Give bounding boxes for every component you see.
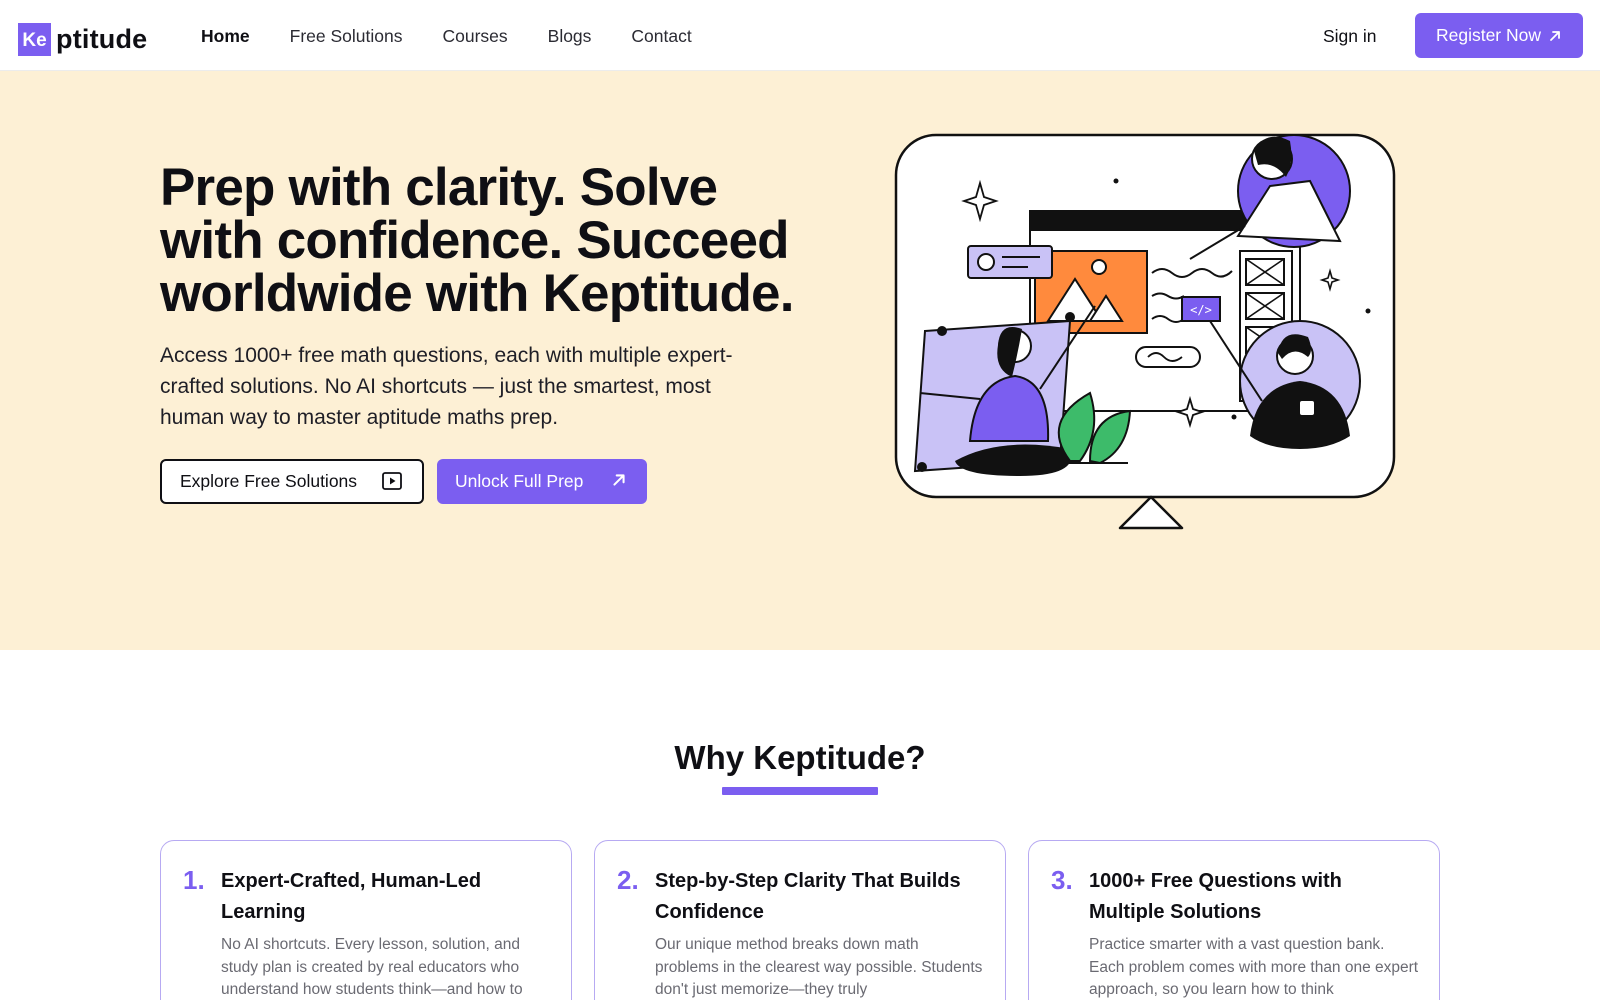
logo-text: ptitude bbox=[56, 23, 148, 54]
unlock-full-prep-button[interactable]: Unlock Full Prep bbox=[437, 459, 647, 504]
register-now-button[interactable]: Register Now bbox=[1415, 13, 1583, 58]
card-body: Our unique method breaks down math probl… bbox=[655, 936, 983, 998]
card-title: Expert-Crafted, Human-Led Learning bbox=[221, 870, 482, 923]
arrow-up-right-icon bbox=[1548, 29, 1562, 43]
nav-links: Home Free Solutions Courses Blogs Contac… bbox=[201, 25, 732, 47]
register-now-label: Register Now bbox=[1435, 25, 1542, 45]
hero-title: Prep with clarity. Solve with confidence… bbox=[160, 158, 794, 323]
nav-link-home[interactable]: Home bbox=[201, 25, 250, 47]
card-number: 2. bbox=[617, 865, 639, 895]
feature-card-1: 1. Expert-Crafted, Human-Led Learning No… bbox=[160, 840, 572, 1000]
title-underline bbox=[722, 787, 878, 795]
card-number: 3. bbox=[1051, 865, 1073, 895]
sign-in-link[interactable]: Sign in bbox=[1323, 25, 1377, 47]
nav-link-free-solutions[interactable]: Free Solutions bbox=[290, 25, 403, 47]
card-body: Practice smarter with a vast question ba… bbox=[1089, 936, 1419, 998]
why-section-title: Why Keptitude? bbox=[674, 739, 926, 776]
svg-text:</>: </> bbox=[1190, 303, 1212, 317]
hero-subtitle: Access 1000+ free math questions, each w… bbox=[160, 344, 733, 429]
play-square-icon bbox=[382, 472, 402, 495]
hero-illustration: </> bbox=[894, 133, 1396, 530]
card-title: Step-by-Step Clarity That Builds Confide… bbox=[655, 870, 961, 923]
nav-link-courses[interactable]: Courses bbox=[442, 25, 507, 47]
arrow-up-right-icon bbox=[611, 472, 627, 493]
explore-button-label: Explore Free Solutions bbox=[180, 471, 358, 491]
unlock-button-label: Unlock Full Prep bbox=[455, 471, 584, 491]
hero-section: Prep with clarity. Solve with confidence… bbox=[0, 71, 1600, 650]
card-title: 1000+ Free Questions with Multiple Solut… bbox=[1089, 870, 1342, 923]
logo-mark: Ke bbox=[18, 22, 51, 56]
card-body: No AI shortcuts. Every lesson, solution,… bbox=[221, 936, 523, 998]
feature-card-3: 3. 1000+ Free Questions with Multiple So… bbox=[1028, 840, 1440, 1000]
feature-card-2: 2. Step-by-Step Clarity That Builds Conf… bbox=[594, 840, 1006, 1000]
top-navbar: Ke ptitude Home Free Solutions Courses B… bbox=[0, 0, 1600, 71]
logo[interactable]: Ke ptitude bbox=[18, 22, 147, 56]
card-number: 1. bbox=[183, 865, 205, 895]
explore-free-solutions-button[interactable]: Explore Free Solutions bbox=[160, 459, 424, 504]
nav-link-blogs[interactable]: Blogs bbox=[548, 25, 592, 47]
nav-link-contact[interactable]: Contact bbox=[631, 25, 691, 47]
